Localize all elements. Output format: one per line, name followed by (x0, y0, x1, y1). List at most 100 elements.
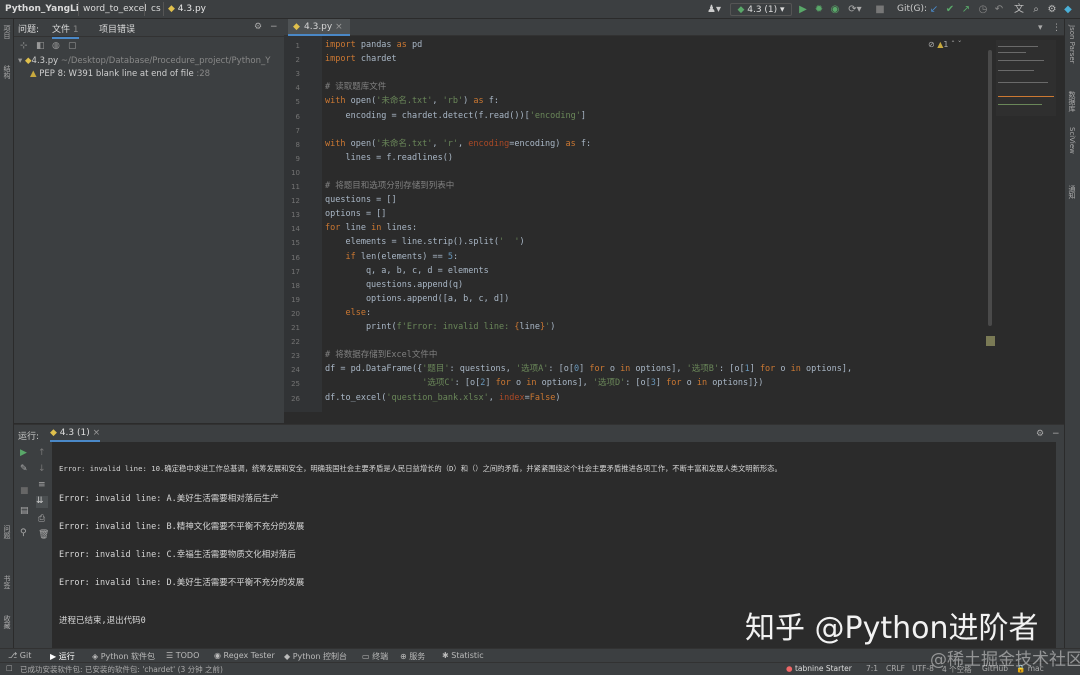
code-line[interactable]: with open('未命名.txt', 'rb') as f: (325, 96, 499, 106)
breadcrumb-project[interactable]: Python_YangLi (5, 4, 79, 14)
sciview-tool-button[interactable]: SciView (1067, 127, 1076, 154)
code-line[interactable]: lines = f.readlines() (325, 153, 452, 163)
project-tool-button[interactable]: 项目 (2, 25, 11, 39)
profile-icon[interactable]: ⟳▾ (846, 3, 864, 16)
breadcrumb-file[interactable]: ◆ 4.3.py (168, 4, 206, 14)
cursor-position[interactable]: 7:1 (866, 664, 878, 673)
panel-hide-icon[interactable]: − (1052, 429, 1060, 439)
tool-window-5[interactable]: ◆ Python 控制台 (284, 651, 347, 662)
more-icon[interactable]: ⋮ (1052, 23, 1061, 33)
code-line[interactable]: for line in lines: (325, 223, 417, 233)
plugin-icon[interactable]: ◆ (1062, 3, 1074, 16)
close-tab-icon[interactable]: × (93, 428, 101, 438)
tool-window-0[interactable]: ⎇ Git (8, 651, 31, 660)
code-line[interactable]: questions.append(q) (325, 280, 463, 290)
down-icon[interactable]: ↓ (38, 464, 46, 474)
code-line[interactable]: else: (325, 308, 371, 318)
run-icon[interactable]: ▶ (797, 3, 809, 16)
layout-icon[interactable]: ▤ (20, 506, 29, 516)
arrow-up-icon[interactable]: ˆ (951, 40, 955, 49)
code-line[interactable]: import pandas as pd (325, 40, 422, 50)
code-line[interactable]: # 将题目和选项分别存储到列表中 (325, 181, 454, 191)
code-line[interactable]: options = [] (325, 209, 386, 219)
favorites-tool-button[interactable]: 收藏 (2, 615, 11, 629)
database-tool-button[interactable]: 数据库 (1067, 91, 1076, 112)
code-line[interactable]: df = pd.DataFrame({'题目': questions, '选项A… (325, 364, 852, 374)
tool-window-8[interactable]: ✱ Statistic (442, 651, 484, 660)
tool-window-6[interactable]: ▭ 终端 (362, 651, 388, 662)
tool-window-4[interactable]: ◉ Regex Tester (214, 651, 275, 660)
stop-icon[interactable]: ■ (20, 486, 29, 496)
code-line[interactable]: print(f'Error: invalid line: {line}') (325, 322, 555, 332)
code-line[interactable]: '选项C': [o[2] for o in options], '选项D': [… (325, 378, 763, 388)
code-line[interactable]: # 读取题库文件 (325, 82, 386, 92)
problems-tool-button[interactable]: 问题 (2, 525, 11, 539)
git-push-icon[interactable]: ↗ (960, 3, 972, 16)
rollback-icon[interactable]: ↶ (993, 3, 1005, 16)
settings-icon[interactable]: ⚙ (1046, 3, 1058, 16)
coverage-icon[interactable]: ◉ (829, 3, 841, 16)
history-icon[interactable]: ◷ (977, 3, 989, 16)
code-line[interactable]: df.to_excel('question_bank.xlsx', index=… (325, 393, 560, 403)
git-update-icon[interactable]: ↙ (928, 3, 940, 16)
code-line[interactable]: with open('未命名.txt', 'r', encoding=encod… (325, 139, 591, 149)
panel-settings-icon[interactable]: ⚙ (254, 22, 262, 32)
code-line[interactable]: # 将数据存储到Excel文件中 (325, 350, 437, 360)
pin-icon[interactable]: ⚲ (20, 528, 27, 538)
breadcrumb-folder[interactable]: word_to_excel (83, 4, 147, 14)
rerun-icon[interactable]: ▶ (20, 448, 27, 458)
panel-hide-icon[interactable]: − (270, 22, 278, 32)
status-bar-icon[interactable]: ☐ (6, 664, 13, 673)
code-editor[interactable]: import pandas as pd import chardet # 读取题库文… (322, 36, 986, 412)
translate-icon[interactable]: 文 (1012, 3, 1026, 16)
tab-4-3-py[interactable]: ◆ 4.3.py × (288, 19, 350, 36)
tabnine-widget[interactable]: ● tabnine Starter (786, 664, 852, 673)
minimap[interactable] (986, 36, 1064, 412)
tool-window-1[interactable]: ▶ 运行 (50, 651, 75, 662)
code-line[interactable]: questions = [] (325, 195, 397, 205)
editor-scrollbar[interactable] (988, 50, 992, 326)
expand-all-icon[interactable]: ⊹ (20, 41, 28, 51)
stop-icon[interactable]: ■ (874, 3, 886, 16)
tool-window-7[interactable]: ⊕ 服务 (400, 651, 425, 662)
debug-icon[interactable]: ✹ (813, 3, 825, 16)
inspection-widget[interactable]: ⊘ ▲1 ˆ ˇ (928, 40, 962, 49)
close-tab-icon[interactable]: × (335, 22, 343, 32)
notifications-tool-button[interactable]: 通知 (1067, 185, 1076, 199)
problem-file-row[interactable]: ▾ ◆4.3.py ~/Desktop/Database/Procedure_p… (18, 56, 270, 66)
code-line[interactable]: import chardet (325, 54, 397, 64)
problem-item[interactable]: ▲ PEP 8: W391 blank line at end of file … (30, 69, 210, 79)
print-icon[interactable]: ⎙ (38, 514, 45, 524)
git-commit-icon[interactable]: ✔ (944, 3, 956, 16)
user-icon[interactable]: ♟▾ (704, 3, 724, 16)
json-parser-tool-button[interactable]: Json Parser (1067, 25, 1076, 64)
filter-icon[interactable]: ◧ (36, 41, 45, 51)
trash-icon[interactable]: 🗑 (38, 530, 49, 540)
bookmarks-tool-button[interactable]: 书签 (2, 575, 11, 589)
code-line[interactable]: encoding = chardet.detect(f.read())['enc… (325, 111, 586, 121)
scroll-end-icon[interactable]: ⇊ (36, 496, 48, 508)
run-config-select[interactable]: ◆ 4.3 (1) ▾ (730, 3, 792, 16)
recent-files-icon[interactable]: ▾ (1038, 23, 1043, 33)
code-line[interactable]: if len(elements) == 5: (325, 252, 458, 262)
line-separator[interactable]: CRLF (886, 664, 905, 673)
run-tab[interactable]: ◆ 4.3 (1) × (50, 428, 101, 442)
tool-window-2[interactable]: ◈ Python 软件包 (92, 651, 155, 662)
tab-project-errors[interactable]: 项目错误 (99, 22, 135, 35)
status-message[interactable]: 已成功安装软件包: 已安装的软件包: 'chardet' (3 分钟 之前) (20, 664, 223, 675)
console-scrollbar[interactable] (1056, 442, 1064, 648)
code-line[interactable]: q, a, b, c, d = elements (325, 266, 489, 276)
preview-icon[interactable]: ▢ (68, 41, 77, 51)
bulb-icon[interactable]: ◍ (52, 41, 60, 51)
search-icon[interactable]: ⌕ (1030, 3, 1042, 16)
wrench-icon[interactable]: ✎ (20, 464, 28, 474)
up-icon[interactable]: ↑ (38, 448, 46, 458)
tool-window-3[interactable]: ☰ TODO (166, 651, 199, 660)
soft-wrap-icon[interactable]: ≡ (38, 480, 46, 490)
panel-settings-icon[interactable]: ⚙ (1036, 429, 1044, 439)
breadcrumb-subfolder[interactable]: cs (151, 4, 161, 14)
code-line[interactable]: options.append([a, b, c, d]) (325, 294, 509, 304)
arrow-down-icon[interactable]: ˇ (958, 40, 962, 49)
code-line[interactable]: elements = line.strip().split(' ') (325, 237, 524, 247)
structure-tool-button[interactable]: 结构 (2, 65, 11, 79)
